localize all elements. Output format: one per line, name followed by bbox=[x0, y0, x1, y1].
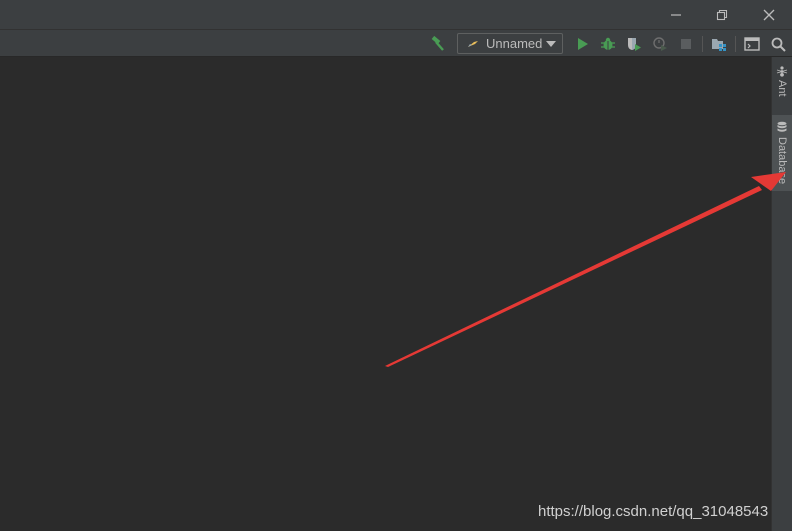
watermark-text: https://blog.csdn.net/qq_31048543 bbox=[538, 503, 769, 520]
tool-window-tab-database[interactable]: Database bbox=[772, 115, 792, 191]
run-button[interactable] bbox=[572, 34, 592, 54]
debug-button[interactable] bbox=[598, 34, 618, 54]
title-bar bbox=[0, 0, 792, 29]
run-icon bbox=[578, 38, 588, 50]
build-button[interactable] bbox=[427, 34, 447, 54]
close-button[interactable] bbox=[746, 0, 792, 29]
stop-icon bbox=[681, 39, 691, 49]
restore-icon bbox=[716, 9, 728, 20]
tool-window-tab-ant[interactable]: Ant bbox=[772, 61, 792, 107]
hammer-icon bbox=[431, 36, 444, 51]
ant-icon bbox=[776, 66, 788, 77]
close-icon bbox=[763, 9, 775, 20]
project-structure-button[interactable] bbox=[709, 34, 729, 54]
toolbar-separator bbox=[702, 36, 703, 52]
config-type-icon bbox=[467, 39, 479, 48]
run-configuration-select[interactable]: Unnamed bbox=[457, 33, 563, 54]
run-with-coverage-button[interactable] bbox=[624, 34, 644, 54]
coverage-icon bbox=[628, 38, 641, 51]
right-tool-window-strip: Ant Database bbox=[771, 57, 792, 531]
toolbar-separator bbox=[735, 36, 736, 52]
stop-button[interactable] bbox=[676, 34, 696, 54]
profile-icon bbox=[653, 37, 667, 51]
minimize-button[interactable] bbox=[653, 0, 699, 29]
profile-button[interactable] bbox=[650, 34, 670, 54]
chevron-down-icon bbox=[546, 41, 556, 47]
tool-window-label: Database bbox=[776, 137, 788, 185]
project-structure-icon bbox=[712, 39, 726, 51]
editor-area[interactable] bbox=[0, 57, 771, 531]
main-toolbar: Unnamed bbox=[0, 29, 792, 57]
terminal-button[interactable] bbox=[742, 34, 762, 54]
database-icon bbox=[777, 121, 787, 132]
restore-button[interactable] bbox=[699, 0, 745, 29]
search-everywhere-button[interactable] bbox=[768, 34, 788, 54]
tool-window-label: Ant bbox=[776, 80, 788, 97]
search-icon bbox=[771, 37, 786, 52]
minimize-icon bbox=[671, 13, 681, 16]
debug-icon bbox=[601, 37, 615, 50]
terminal-icon bbox=[744, 37, 760, 51]
run-configuration-label: Unnamed bbox=[486, 36, 543, 51]
